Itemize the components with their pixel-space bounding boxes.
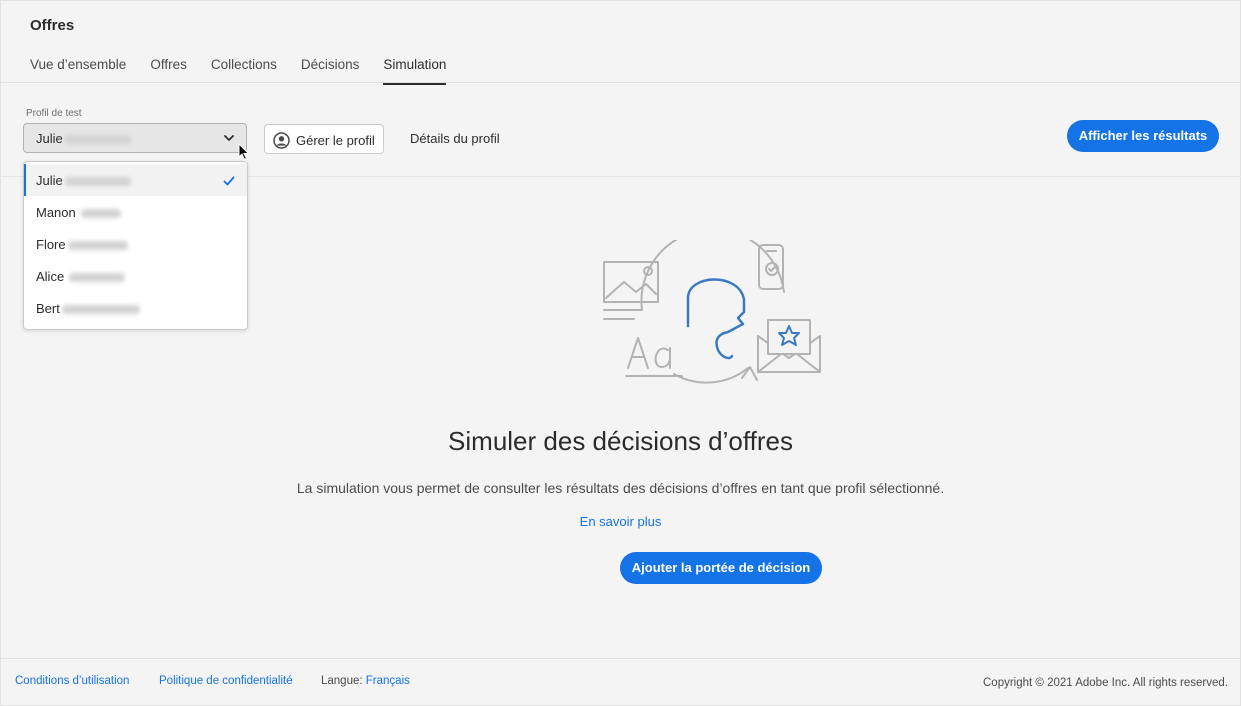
language-value-link[interactable]: Français bbox=[366, 675, 410, 687]
profile-option-julie[interactable]: Julie bbox=[24, 164, 247, 196]
copyright-text: Copyright © 2021 Adobe Inc. All rights r… bbox=[983, 677, 1228, 689]
redacted-text bbox=[80, 209, 121, 219]
profile-option-name: Bert bbox=[36, 301, 140, 316]
tab-bar: Vue d’ensemble Offres Collections Décisi… bbox=[30, 57, 470, 85]
profile-option-label: Julie bbox=[36, 173, 63, 188]
profile-option-label: Manon bbox=[36, 205, 76, 220]
page-title: Offres bbox=[30, 17, 75, 34]
tab-simulation[interactable]: Simulation bbox=[383, 57, 447, 85]
tabs-divider bbox=[0, 82, 1241, 83]
terms-link[interactable]: Conditions d’utilisation bbox=[15, 675, 129, 687]
profile-option-flore[interactable]: Flore bbox=[24, 228, 247, 260]
tab-decisions[interactable]: Décisions bbox=[301, 57, 360, 83]
checkmark-icon bbox=[223, 174, 235, 192]
profile-option-label: Bert bbox=[36, 301, 60, 316]
add-decision-scope-button[interactable]: Ajouter la portée de décision bbox=[620, 552, 822, 584]
profile-option-name: Julie bbox=[36, 173, 131, 188]
profile-option-name: Flore bbox=[36, 237, 128, 252]
learn-more-link[interactable]: En savoir plus bbox=[0, 514, 1241, 529]
profile-field-label: Profil de test bbox=[26, 108, 82, 119]
tab-overview[interactable]: Vue d’ensemble bbox=[30, 57, 126, 83]
manage-profile-label: Gérer le profil bbox=[296, 133, 375, 148]
simulation-illustration bbox=[598, 228, 826, 397]
redacted-text bbox=[64, 177, 131, 187]
profile-dropdown-menu: Julie Manon Flore Alice Bert bbox=[23, 161, 248, 330]
show-results-button[interactable]: Afficher les résultats bbox=[1067, 120, 1219, 152]
profile-option-name: Manon bbox=[36, 205, 121, 220]
user-circle-icon bbox=[273, 132, 290, 154]
footer-divider bbox=[0, 658, 1241, 659]
test-profile-select[interactable]: Julie bbox=[23, 123, 247, 153]
manage-profile-button[interactable]: Gérer le profil bbox=[264, 124, 384, 154]
profile-details-link[interactable]: Détails du profil bbox=[410, 131, 500, 146]
tab-collections[interactable]: Collections bbox=[211, 57, 277, 83]
select-value: Julie bbox=[36, 131, 131, 146]
profile-option-label: Flore bbox=[36, 237, 66, 252]
tab-offers[interactable]: Offres bbox=[150, 57, 187, 83]
profile-option-alice[interactable]: Alice bbox=[24, 260, 247, 292]
redacted-text bbox=[67, 241, 128, 251]
select-value-text: Julie bbox=[36, 131, 63, 146]
profile-option-manon[interactable]: Manon bbox=[24, 196, 247, 228]
language-selector: Langue: Français bbox=[321, 675, 410, 687]
privacy-link[interactable]: Politique de confidentialité bbox=[159, 675, 293, 687]
chevron-down-icon bbox=[222, 131, 236, 150]
redacted-text bbox=[61, 305, 140, 315]
profile-option-bert[interactable]: Bert bbox=[24, 292, 247, 324]
profile-option-label: Alice bbox=[36, 269, 65, 284]
redacted-text bbox=[64, 135, 131, 145]
profile-option-name: Alice bbox=[36, 269, 126, 284]
language-label: Langue: bbox=[321, 675, 363, 687]
redacted-text bbox=[69, 273, 126, 283]
empty-state-description: La simulation vous permet de consulter l… bbox=[296, 480, 945, 496]
empty-state-title: Simuler des décisions d’offres bbox=[448, 426, 793, 456]
